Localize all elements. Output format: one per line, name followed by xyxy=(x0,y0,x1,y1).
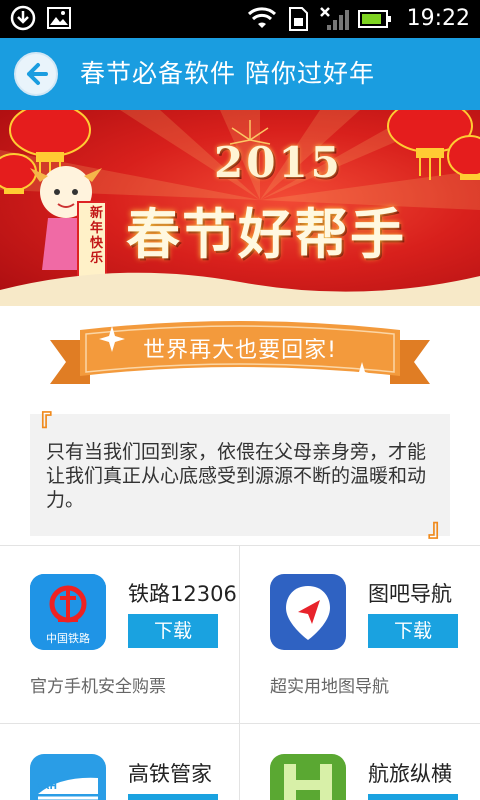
status-bar: 19:22 xyxy=(0,0,480,38)
navigation-icon[interactable] xyxy=(270,574,346,650)
airline-icon[interactable] xyxy=(270,754,346,800)
wifi-icon xyxy=(247,7,276,28)
quote-close-mark: 』 xyxy=(428,514,452,542)
banner-couplet: 新年快乐 xyxy=(90,206,104,266)
banner-title: 春节好帮手 xyxy=(126,202,406,266)
download-button[interactable]: 下载 xyxy=(368,614,458,648)
title-bar: 春节必备软件 陪你过好年 xyxy=(0,38,480,110)
spring-festival-banner[interactable]: 新年快乐 2015 春节好帮手 xyxy=(0,110,480,306)
no-signal-icon xyxy=(319,7,349,30)
back-button[interactable] xyxy=(14,52,58,96)
app-card-train[interactable]: CRH 高铁管家 下载 xyxy=(0,724,240,800)
battery-icon xyxy=(357,10,391,28)
clock: 19:22 xyxy=(406,6,470,31)
page-title: 春节必备软件 陪你过好年 xyxy=(80,59,375,88)
download-button[interactable]: 下载 xyxy=(368,794,458,800)
app-name: 图吧导航 xyxy=(368,582,452,606)
train-icon[interactable]: CRH xyxy=(30,754,106,800)
download-button[interactable]: 下载 xyxy=(128,794,218,800)
app-card-railway[interactable]: 中国铁路 铁路12306 下载 官方手机安全购票 xyxy=(0,546,240,724)
train-icon-label: CRH xyxy=(36,782,58,792)
quote-open-mark: 『 xyxy=(28,410,52,438)
back-arrow-icon xyxy=(27,63,48,85)
railway-icon[interactable]: 中国铁路 xyxy=(30,574,106,650)
download-button[interactable]: 下载 xyxy=(128,614,218,648)
railway-icon-label: 中国铁路 xyxy=(46,632,90,645)
sim-icon xyxy=(288,7,308,31)
app-name: 航旅纵横 xyxy=(368,762,452,786)
app-description: 官方手机安全购票 xyxy=(30,677,166,697)
download-icon xyxy=(10,5,36,31)
image-icon xyxy=(47,7,71,29)
app-description: 超实用地图导航 xyxy=(270,677,389,697)
slogan-text: 世界再大也要回家! xyxy=(143,338,337,363)
lantern-icon xyxy=(387,110,480,180)
banner-year: 2015 xyxy=(214,138,343,187)
app-name: 高铁管家 xyxy=(128,762,212,786)
quote-text: 只有当我们回到家，依偎在父母亲身旁，才能让我们真正从心底感受到源源不断的温暖和动… xyxy=(46,441,427,511)
app-card-airline[interactable]: 航旅纵横 下载 xyxy=(240,724,480,800)
app-name: 铁路12306 xyxy=(128,582,237,606)
app-card-navigation[interactable]: 图吧导航 下载 超实用地图导航 xyxy=(240,546,480,724)
